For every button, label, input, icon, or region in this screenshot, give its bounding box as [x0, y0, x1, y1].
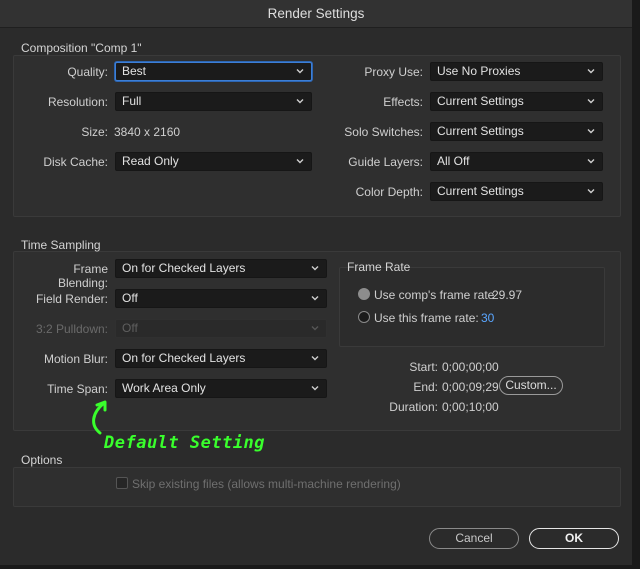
quality-value: Best: [122, 64, 147, 78]
frame-rate-legend: Frame Rate: [347, 260, 411, 274]
proxy-use-label: Proxy Use:: [364, 65, 423, 79]
chevron-down-icon: [586, 126, 596, 136]
resolution-label: Resolution:: [47, 95, 108, 109]
skip-existing-label: Skip existing files (allows multi-machin…: [132, 477, 401, 491]
end-label: End:: [413, 380, 438, 394]
color-depth-label: Color Depth:: [355, 185, 423, 199]
chevron-down-icon: [295, 96, 305, 106]
solo-switches-value: Current Settings: [437, 124, 524, 138]
this-frame-rate-value[interactable]: 30: [481, 311, 494, 325]
field-render-value: Off: [122, 291, 138, 305]
proxy-use-value: Use No Proxies: [437, 64, 521, 78]
effects-value: Current Settings: [437, 94, 524, 108]
time-span-value: Work Area Only: [122, 381, 206, 395]
effects-label: Effects:: [383, 95, 423, 109]
disk-cache-dropdown[interactable]: Read Only: [115, 152, 312, 171]
time-span-dropdown[interactable]: Work Area Only: [115, 379, 327, 398]
custom-time-span-button[interactable]: Custom...: [499, 376, 563, 395]
resolution-value: Full: [122, 94, 142, 108]
field-render-label: Field Render:: [35, 292, 108, 306]
chevron-down-icon: [586, 96, 596, 106]
pulldown-dropdown: Off: [115, 319, 327, 338]
window-title: Render Settings: [267, 6, 365, 21]
motion-blur-label: Motion Blur:: [43, 352, 108, 366]
disk-cache-value: Read Only: [122, 154, 179, 168]
size-label: Size:: [81, 125, 108, 139]
pulldown-value: Off: [122, 321, 138, 335]
guide-layers-value: All Off: [437, 154, 470, 168]
ok-button[interactable]: OK: [529, 528, 619, 549]
chevron-down-icon: [310, 263, 320, 273]
guide-layers-dropdown[interactable]: All Off: [430, 152, 603, 171]
use-this-frame-rate-radio[interactable]: [358, 311, 370, 323]
guide-layers-label: Guide Layers:: [348, 155, 423, 169]
frame-rate-group: [339, 267, 605, 347]
solo-switches-label: Solo Switches:: [344, 125, 423, 139]
time-sampling-legend: Time Sampling: [21, 238, 101, 252]
frame-blending-label: Frame Blending:: [57, 262, 108, 290]
resolution-dropdown[interactable]: Full: [115, 92, 312, 111]
pulldown-label: 3:2 Pulldown:: [35, 322, 108, 336]
frame-blending-value: On for Checked Layers: [122, 261, 246, 275]
solo-switches-dropdown[interactable]: Current Settings: [430, 122, 603, 141]
color-depth-dropdown[interactable]: Current Settings: [430, 182, 603, 201]
start-label: Start:: [409, 360, 438, 374]
use-this-frame-rate-label: Use this frame rate:: [374, 311, 479, 325]
motion-blur-value: On for Checked Layers: [122, 351, 246, 365]
chevron-down-icon: [310, 293, 320, 303]
start-value: 0;00;00;00: [442, 360, 499, 374]
effects-dropdown[interactable]: Current Settings: [430, 92, 603, 111]
quality-dropdown[interactable]: Best: [115, 62, 312, 81]
use-comp-frame-rate-label: Use comp's frame rate: [374, 288, 495, 302]
title-bar: Render Settings: [0, 0, 632, 28]
skip-existing-checkbox[interactable]: [116, 477, 128, 489]
chevron-down-icon: [310, 323, 320, 333]
chevron-down-icon: [295, 66, 305, 76]
field-render-dropdown[interactable]: Off: [115, 289, 327, 308]
chevron-down-icon: [586, 66, 596, 76]
duration-label: Duration:: [389, 400, 438, 414]
render-settings-window: Render Settings Composition "Comp 1" Qua…: [0, 0, 632, 565]
end-value: 0;00;09;29: [442, 380, 499, 394]
color-depth-value: Current Settings: [437, 184, 524, 198]
size-value: 3840 x 2160: [114, 125, 181, 139]
use-comp-frame-rate-radio[interactable]: [358, 288, 370, 300]
quality-label: Quality:: [67, 65, 108, 79]
chevron-down-icon: [586, 156, 596, 166]
composition-legend: Composition "Comp 1": [21, 41, 142, 55]
default-setting-annotation: Default Setting: [104, 433, 266, 453]
chevron-down-icon: [586, 186, 596, 196]
time-span-label: Time Span:: [47, 382, 108, 396]
frame-blending-dropdown[interactable]: On for Checked Layers: [115, 259, 327, 278]
cancel-button[interactable]: Cancel: [429, 528, 519, 549]
chevron-down-icon: [295, 156, 305, 166]
curved-arrow-icon: [88, 397, 118, 437]
chevron-down-icon: [310, 383, 320, 393]
proxy-use-dropdown[interactable]: Use No Proxies: [430, 62, 603, 81]
comp-frame-rate-value: 29.97: [492, 288, 523, 302]
disk-cache-label: Disk Cache:: [43, 155, 108, 169]
duration-value: 0;00;10;00: [442, 400, 499, 414]
chevron-down-icon: [310, 353, 320, 363]
motion-blur-dropdown[interactable]: On for Checked Layers: [115, 349, 327, 368]
options-legend: Options: [21, 453, 63, 467]
